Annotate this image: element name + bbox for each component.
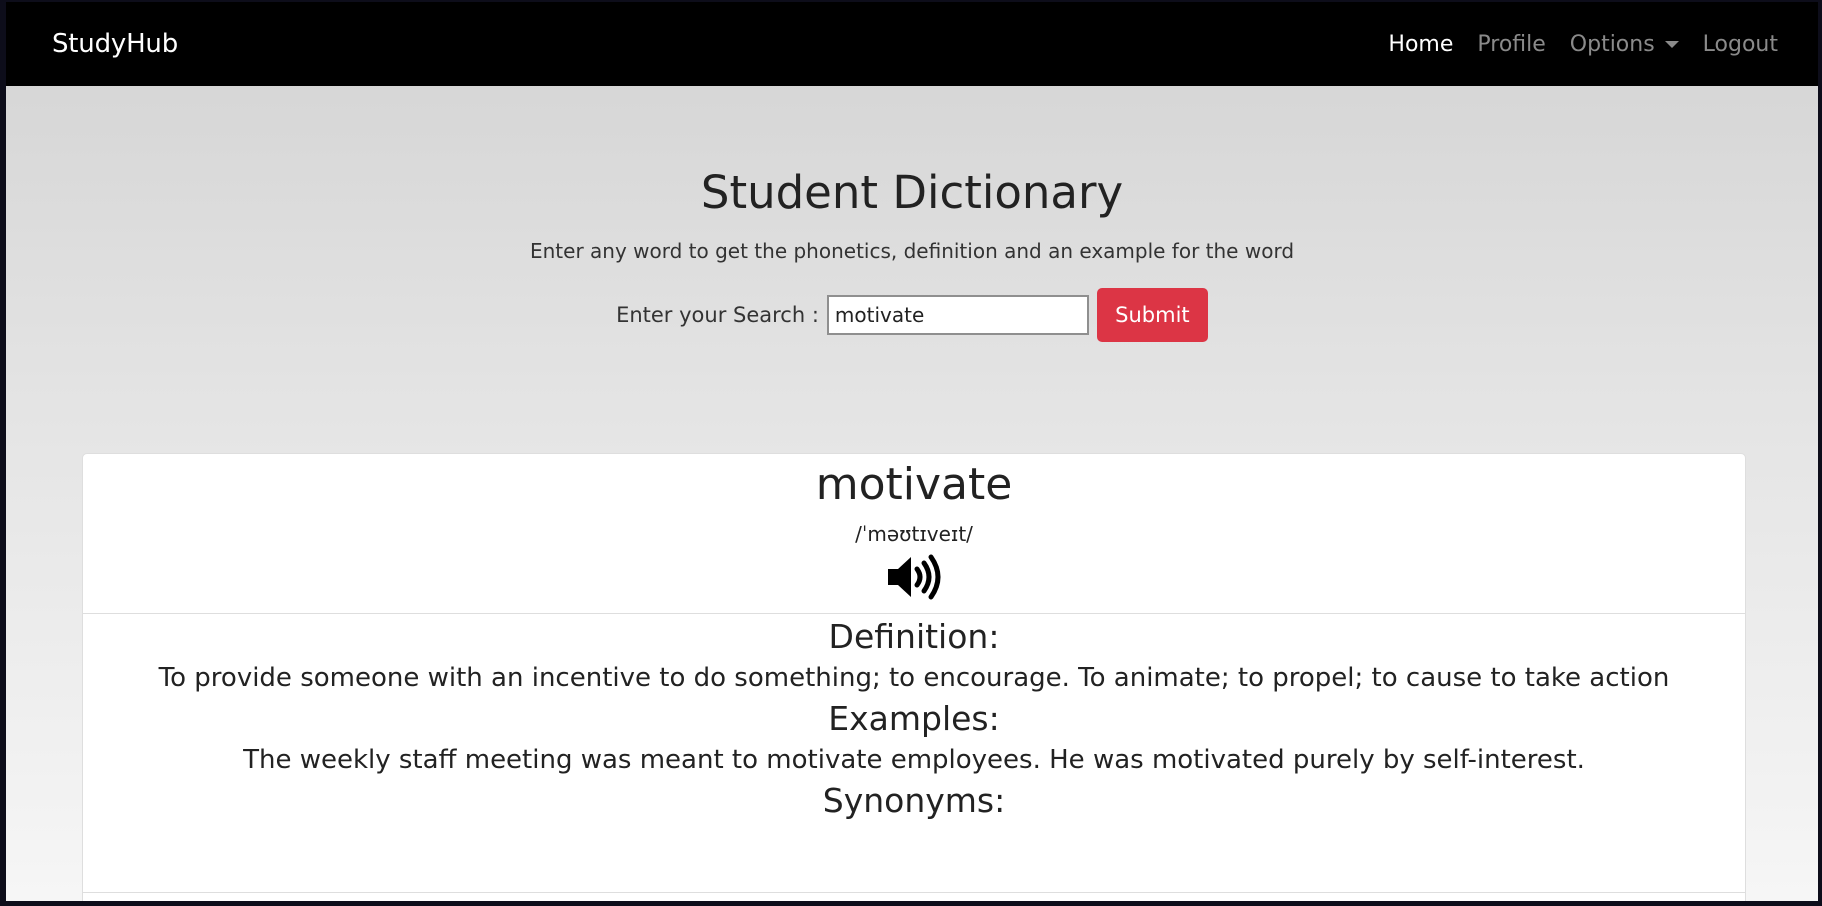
definition-text: To provide someone with an incentive to … [158,663,1670,693]
page-title: Student Dictionary [700,166,1124,219]
definition-heading: Definition: [828,617,1000,656]
nav-home-link[interactable]: Home [1388,32,1453,57]
nav-links: Home Profile Options Logout [1388,32,1778,57]
nav-logout-link[interactable]: Logout [1703,32,1778,57]
examples-heading: Examples: [828,699,1000,738]
result-card-body: Definition: To provide someone with an i… [83,614,1745,822]
browser-viewport: StudyHub Home Profile Options Logout Stu… [6,2,1818,901]
nav-options-dropdown[interactable]: Options [1570,32,1679,57]
navbar: StudyHub Home Profile Options Logout [6,2,1818,86]
examples-text: The weekly staff meeting was meant to mo… [243,745,1585,775]
page-subtitle: Enter any word to get the phonetics, def… [529,239,1295,263]
brand-logo[interactable]: StudyHub [52,29,178,59]
nav-options-label: Options [1569,31,1655,57]
nav-profile-link[interactable]: Profile [1477,32,1545,57]
phonetic-text: /ˈməʊtɪveɪt/ [855,522,973,546]
submit-button[interactable]: Submit [1096,288,1208,342]
search-input[interactable] [826,295,1089,335]
synonyms-heading: Synonyms: [822,781,1006,820]
hero-section: Student Dictionary Enter any word to get… [6,86,1818,342]
caret-down-icon [1664,40,1679,48]
result-card: motivate /ˈməʊtɪveɪt/ Definition: To pro… [82,453,1746,901]
search-form: Enter your Search : Submit [6,288,1818,342]
result-card-header: motivate /ˈməʊtɪveɪt/ [83,454,1745,614]
search-label: Enter your Search : [616,303,819,327]
speaker-volume-icon[interactable] [886,554,942,604]
card-divider [83,892,1745,893]
result-word: motivate [815,459,1013,510]
